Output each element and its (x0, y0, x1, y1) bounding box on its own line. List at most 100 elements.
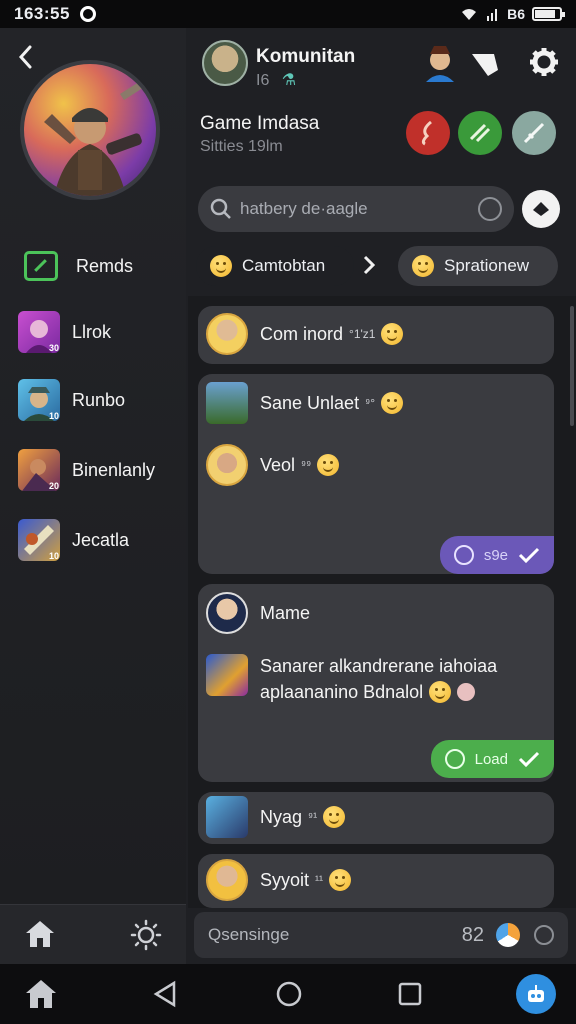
game-thumb-icon: 10 (18, 519, 60, 561)
check-icon (518, 547, 540, 563)
status-badge[interactable]: s9e (439, 536, 554, 574)
battery-fill (535, 10, 556, 18)
game-thumb-icon: 10 (18, 379, 60, 421)
app-root: 163:55 B6 Remds 30 Llrok 10 Runbo 20 Bin… (0, 0, 576, 1024)
smiley-icon (381, 323, 404, 345)
list-item: Nyag ⁹¹ (260, 806, 346, 828)
community-avatar[interactable] (202, 40, 248, 86)
community-title: Komunitan (256, 46, 356, 67)
sidebar-item-binenlanly[interactable]: 20 Binenlanly (18, 448, 155, 492)
game-thumb-icon: 30 (18, 311, 60, 353)
sidebar-item-label: Llrok (72, 321, 112, 342)
face-icon (457, 683, 476, 701)
sidebar-item-label: Runbo (72, 389, 126, 410)
message-input-placeholder: Qsensinge (208, 925, 290, 944)
feed-card[interactable]: Nyag ⁹¹ (198, 792, 554, 844)
home-icon[interactable] (24, 919, 56, 949)
edit-square-icon (24, 251, 58, 281)
smiley-icon (412, 255, 434, 277)
filter-right-label: Sprationew (444, 256, 530, 275)
scrollbar[interactable] (570, 306, 574, 426)
brightness-icon[interactable] (130, 919, 162, 951)
home-icon[interactable] (24, 978, 58, 1010)
controller-button[interactable] (458, 111, 502, 155)
main-panel: Komunitan I6 ⚗ Game Imdasa Sitties 19lm (186, 28, 576, 964)
avatar (206, 313, 248, 355)
smiley-icon (323, 806, 346, 828)
music-note-button[interactable] (406, 111, 450, 155)
message-input[interactable]: Qsensinge 82 (194, 912, 568, 958)
smiley-icon (429, 681, 452, 703)
sidebar-item-label: Jecatla (72, 529, 130, 550)
ball-icon[interactable] (496, 923, 520, 947)
search-action-button[interactable] (522, 190, 560, 228)
game-thumb-icon (206, 796, 248, 838)
announce-icon[interactable] (464, 40, 508, 84)
filter-pill-left[interactable]: Camtobtan (196, 246, 354, 286)
list-item: Veol ⁹⁹ (260, 454, 340, 476)
search-clear-icon[interactable] (478, 197, 502, 221)
avatar (206, 592, 248, 634)
gear-icon[interactable] (522, 40, 566, 84)
sidebar-item-runbo[interactable]: 10 Runbo (18, 378, 125, 422)
avatar (206, 444, 248, 486)
music-note-icon (421, 120, 432, 146)
list-item: Mame (260, 602, 311, 623)
sidebar-item-jecatla[interactable]: 10 Jecatla (18, 518, 129, 562)
game-thumb-icon: 20 (18, 449, 60, 491)
sidebar-item-label: Binenlanly (72, 459, 156, 480)
feed-card[interactable]: Com inord °1'z1 (198, 306, 554, 364)
sidebar-item-remds[interactable]: Remds (18, 244, 133, 288)
sidebar-footer (0, 904, 186, 964)
feed-card[interactable]: Sane Unlaet ⁹° Veol ⁹⁹ s9e (198, 374, 554, 574)
sword-button[interactable] (512, 111, 556, 155)
feed-card[interactable]: Mame Sanarer alkandrerane iahoiaa aplaan… (198, 584, 554, 782)
search-placeholder: hatbery de·aagle (240, 199, 368, 218)
avatar (206, 859, 248, 901)
feed-row: Syyoit ¹¹ (206, 859, 352, 901)
back-triangle-icon[interactable] (152, 980, 178, 1008)
wifi-icon (462, 9, 477, 20)
chevron-right-icon[interactable] (362, 254, 376, 276)
profile-artwork[interactable] (20, 60, 160, 200)
search-icon (210, 198, 231, 219)
smiley-icon (381, 392, 404, 414)
assistant-button[interactable] (516, 974, 556, 1014)
target-icon (453, 545, 474, 565)
community-subtitle-text: I6 (256, 72, 270, 89)
clock-icon (444, 749, 465, 769)
message-feed[interactable]: Com inord °1'z1 Sane Unlaet ⁹° Veol ⁹⁹ s9e (188, 296, 576, 908)
recents-icon[interactable] (397, 981, 423, 1007)
search-field[interactable]: hatbery de·aagle (198, 186, 514, 232)
list-item: Com inord °1'z1 (260, 323, 404, 345)
sidebar-item-llrok[interactable]: 30 Llrok (18, 310, 111, 354)
smiley-icon (317, 454, 340, 476)
community-subtitle: I6 ⚗ (256, 70, 296, 90)
back-button[interactable] (12, 42, 40, 72)
status-bar: 163:55 B6 (0, 0, 576, 28)
feed-card[interactable]: Syyoit ¹¹ (198, 854, 554, 908)
sidebar-item-label: Remds (76, 255, 134, 276)
sidebar: Remds 30 Llrok 10 Runbo 20 Binenlanly 10… (0, 28, 186, 904)
list-item: Sanarer alkandrerane iahoiaa aplaananino… (260, 656, 498, 703)
feed-row: Nyag ⁹¹ (206, 796, 346, 838)
flask-icon: ⚗ (281, 72, 297, 89)
robot-icon (528, 985, 544, 1002)
battery-text: B6 (507, 6, 525, 22)
system-nav-bar (0, 964, 576, 1024)
feed-row: Sanarer alkandrerane iahoiaa aplaananino… (206, 654, 497, 704)
profile-avatar-icon[interactable] (418, 40, 462, 84)
help-icon[interactable] (534, 925, 554, 945)
status-time: 163:55 (14, 4, 70, 23)
status-right: B6 (459, 6, 565, 22)
feed-row: Com inord °1'z1 (206, 313, 404, 355)
signal-icon (487, 9, 498, 21)
feed-row: Mame (206, 592, 310, 634)
smiley-icon (210, 255, 232, 277)
feed-row: Sane Unlaet ⁹° (206, 382, 404, 424)
load-button[interactable]: Load (430, 740, 554, 778)
home-circle-icon[interactable] (275, 980, 303, 1008)
filter-pill-right[interactable]: Sprationew (398, 246, 558, 286)
list-item: Sane Unlaet ⁹° (260, 392, 404, 414)
list-item: Syyoit ¹¹ (260, 869, 352, 891)
